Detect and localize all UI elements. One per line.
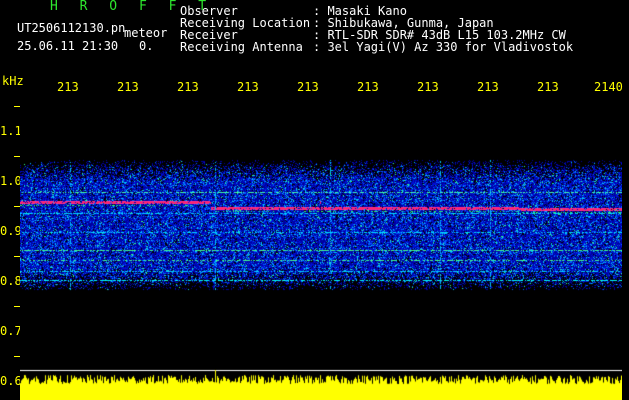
y-tick-label: 0.8 (0, 274, 22, 288)
hrofft-spectrogram-window: H R O F F T UT2506112130.pn meteor 25.06… (0, 0, 629, 400)
antenna-label: Receiving Antenna (180, 40, 303, 54)
antenna-value: : 3el Yagi(V) Az 330 for Vladivostok (313, 40, 574, 54)
y-tick-label: 0.7 (0, 324, 22, 338)
filename: UT2506112130.pn (17, 21, 126, 35)
y-axis-unit: kHz (2, 74, 24, 88)
meteor-label: meteor (124, 26, 168, 40)
y-tick-label: 0.9 (0, 224, 22, 238)
y-tick-label: 1.1 (0, 124, 22, 138)
y-tick-label: 0.6 (0, 374, 22, 388)
meteor-count: 0. (139, 39, 154, 53)
spectrogram-canvas (20, 92, 622, 400)
datetime: 25.06.11 21:30 (17, 39, 119, 53)
y-tick-label: 1.0 (0, 174, 22, 188)
